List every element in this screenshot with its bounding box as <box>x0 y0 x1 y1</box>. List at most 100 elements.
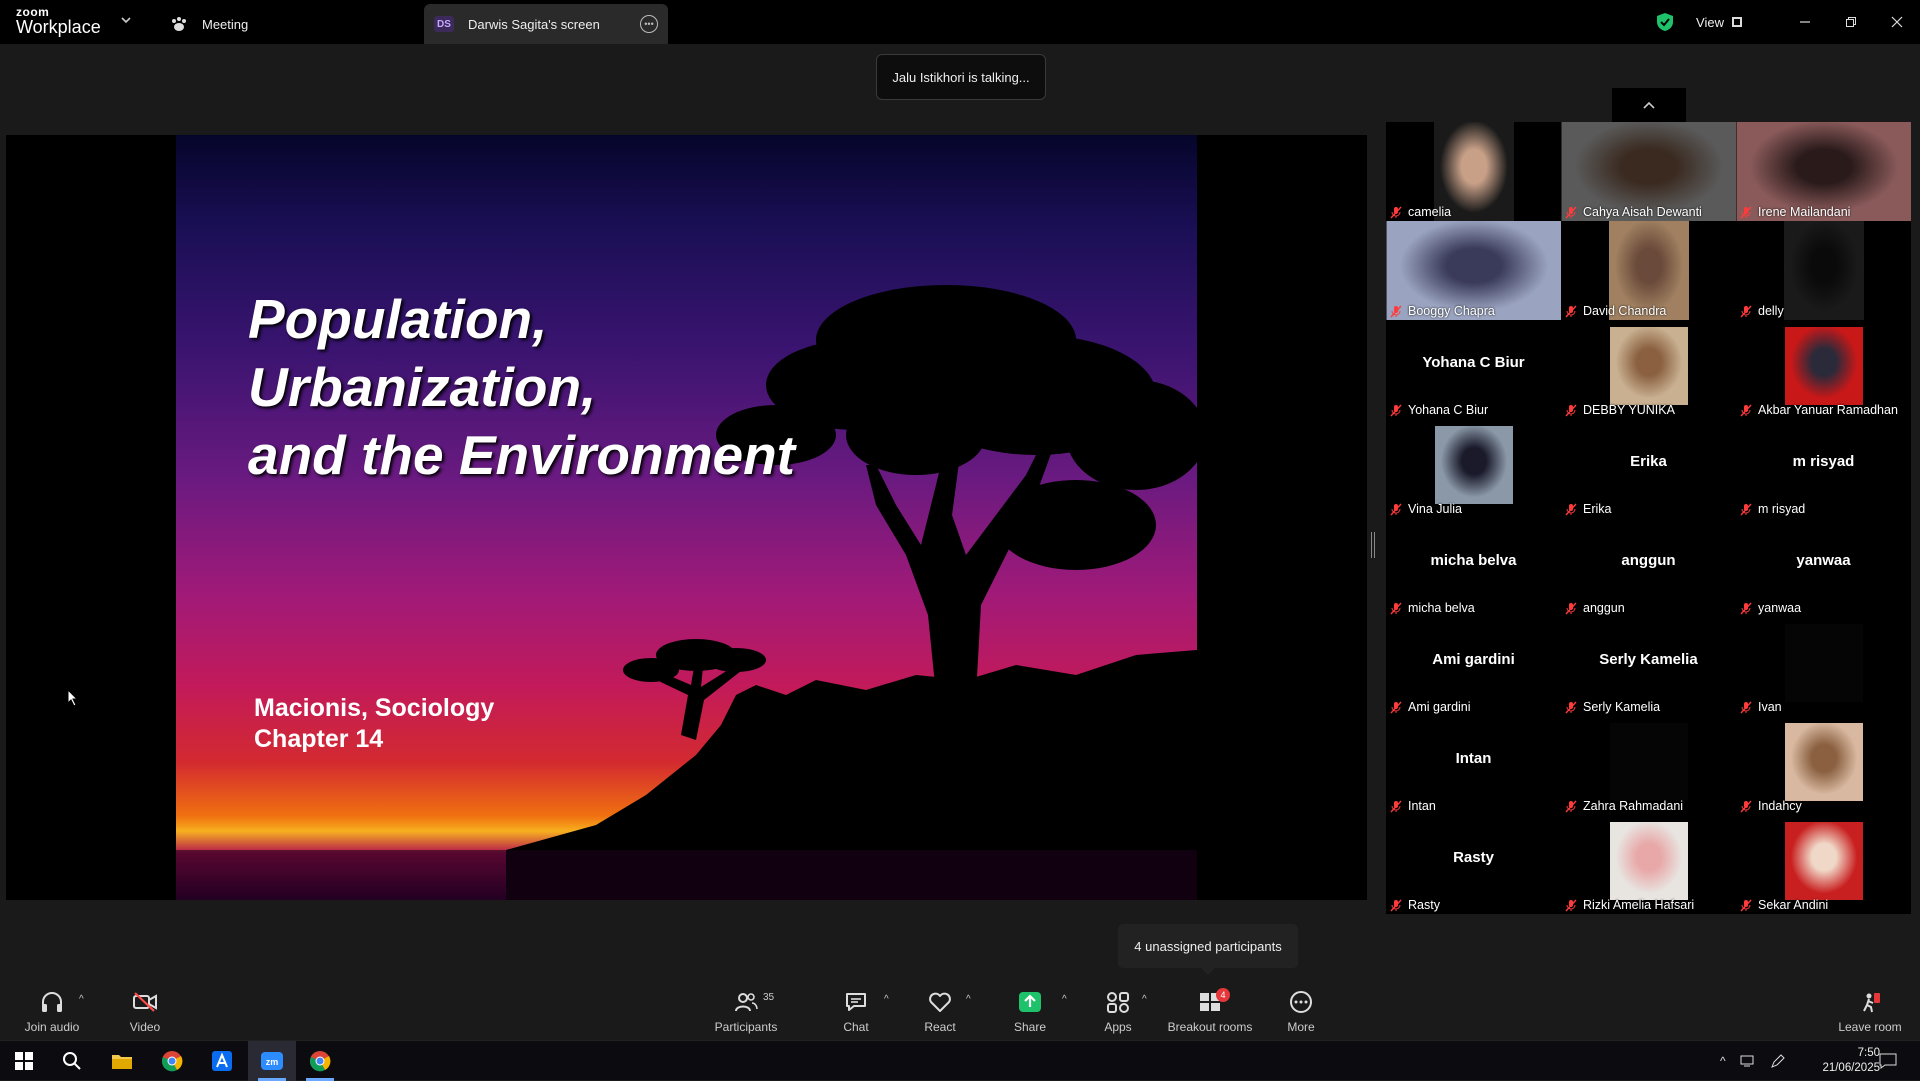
join-audio-button[interactable]: Join audio <box>12 980 92 1038</box>
chrome-icon <box>162 1051 183 1072</box>
more-icon <box>1290 991 1312 1013</box>
participant-tile[interactable]: Akbar Yanuar Ramadhan <box>1736 320 1911 419</box>
view-button[interactable]: View <box>1696 15 1742 30</box>
participant-tile[interactable]: Intan Intan <box>1386 716 1561 815</box>
participant-tile[interactable]: delly <box>1736 221 1911 320</box>
leave-room-button[interactable]: Leave room <box>1830 980 1910 1038</box>
participant-tile[interactable]: Erika Erika <box>1561 419 1736 518</box>
participant-name: Serly Kamelia <box>1583 700 1661 714</box>
window-controls: View <box>1656 0 1920 44</box>
chevron-up-icon[interactable]: ^ <box>79 994 84 1005</box>
azure-app-button[interactable] <box>198 1041 246 1081</box>
notifications-button[interactable] <box>1864 1041 1912 1081</box>
chevron-up-icon[interactable]: ^ <box>1720 1054 1726 1068</box>
video-button[interactable]: Video <box>105 980 185 1038</box>
participant-tile[interactable]: David Chandra <box>1561 221 1736 320</box>
headphones-icon <box>42 992 62 1012</box>
participant-name: anggun <box>1583 601 1625 615</box>
chrome-window-button[interactable] <box>296 1041 344 1081</box>
participant-tile[interactable]: Sekar Andini <box>1736 815 1911 914</box>
participant-tile[interactable]: camelia <box>1386 122 1561 221</box>
more-button[interactable]: More <box>1261 980 1341 1038</box>
participant-tile[interactable]: Cahya Aisah Dewanti <box>1561 122 1736 221</box>
zoom-workplace-logo[interactable]: zoom Workplace <box>16 6 101 36</box>
participant-tile[interactable]: Serly Kamelia Serly Kamelia <box>1561 617 1736 716</box>
participant-label: anggun <box>1565 601 1625 615</box>
chevron-up-icon[interactable]: ^ <box>884 994 889 1005</box>
participant-video <box>1784 822 1863 900</box>
mic-off-icon <box>1565 899 1577 912</box>
pen-icon[interactable] <box>1770 1053 1786 1069</box>
network-icon[interactable] <box>1740 1054 1758 1068</box>
chat-button[interactable]: Chat <box>816 980 896 1038</box>
participants-icon <box>735 993 758 1012</box>
mic-off-icon <box>1390 899 1402 912</box>
participant-tile[interactable]: Booggy Chapra <box>1386 221 1561 320</box>
participant-name: Rizki Amelia Hafsari <box>1583 898 1695 912</box>
participant-tile[interactable]: Indahcy <box>1736 716 1911 815</box>
breakout-rooms-button[interactable]: Breakout rooms <box>1160 980 1260 1038</box>
participant-label: Zahra Rahmadani <box>1565 799 1683 813</box>
participant-label: yanwaa <box>1740 601 1801 615</box>
participant-tile[interactable]: DEBBY YUNIKA <box>1561 320 1736 419</box>
chrome-icon <box>310 1051 331 1072</box>
gallery-scroll-up-button[interactable] <box>1612 88 1686 122</box>
participants-button[interactable]: Participants <box>706 980 786 1038</box>
mic-off-icon <box>1740 206 1752 219</box>
mic-off-icon <box>1565 404 1577 417</box>
panel-resize-handle[interactable] <box>1371 532 1375 558</box>
participant-label: camelia <box>1390 205 1451 219</box>
participant-name: Rasty <box>1408 898 1440 912</box>
app-a-icon <box>212 1051 232 1071</box>
participant-tile[interactable]: Yohana C Biur Yohana C Biur <box>1386 320 1561 419</box>
participant-name: camelia <box>1408 205 1452 219</box>
participant-name-placeholder: Serly Kamelia <box>1599 651 1698 668</box>
mouse-cursor-icon <box>67 689 79 707</box>
meeting-toolbar: Join audio ^ Video Participants 35 Chat … <box>0 980 1920 1038</box>
maximize-button[interactable] <box>1828 0 1874 44</box>
participant-tile[interactable]: Zahra Rahmadani <box>1561 716 1736 815</box>
participant-tile[interactable]: Rizki Amelia Hafsari <box>1561 815 1736 914</box>
participant-tile[interactable]: Vina Julia <box>1386 419 1561 518</box>
participant-tile[interactable]: yanwaa yanwaa <box>1736 518 1911 617</box>
zoom-app-button[interactable]: zm <box>248 1041 296 1081</box>
participant-tile[interactable]: micha belva micha belva <box>1386 518 1561 617</box>
participant-tile[interactable]: Ami gardini Ami gardini <box>1386 617 1561 716</box>
close-button[interactable] <box>1874 0 1920 44</box>
participant-name: Irene Mailandani <box>1758 205 1851 219</box>
participant-label: Indahcy <box>1740 799 1802 813</box>
react-button[interactable]: React <box>900 980 980 1038</box>
participant-name-placeholder: micha belva <box>1430 552 1517 569</box>
chevron-up-icon[interactable]: ^ <box>966 994 971 1005</box>
participant-tile[interactable]: Rasty Rasty <box>1386 815 1561 914</box>
participant-tile[interactable]: Irene Mailandani <box>1736 122 1911 221</box>
windows-start-button[interactable] <box>0 1041 48 1081</box>
search-button[interactable] <box>48 1041 96 1081</box>
participant-gallery: camelia Cahya Aisah Dewanti Irene Mailanda… <box>1386 122 1912 914</box>
slide-title-line: and the Environment <box>248 424 795 486</box>
chevron-up-icon[interactable]: ^ <box>1142 994 1147 1005</box>
participant-name: Booggy Chapra <box>1408 304 1495 318</box>
participant-tile[interactable]: anggun anggun <box>1561 518 1736 617</box>
status-badge: 4 <box>1216 988 1230 1002</box>
participant-tile[interactable]: Ivan <box>1736 617 1911 716</box>
tab-shared-screen[interactable]: DS Darwis Sagita's screen ••• <box>424 4 668 44</box>
chevron-up-icon[interactable]: ^ <box>1062 994 1067 1005</box>
shield-icon[interactable] <box>1656 12 1674 32</box>
chrome-button[interactable] <box>148 1041 196 1081</box>
share-button[interactable]: Share <box>990 980 1070 1038</box>
tab-meeting[interactable]: Meeting <box>170 4 248 44</box>
chevron-down-icon[interactable] <box>120 14 134 28</box>
participant-name-placeholder: Intan <box>1455 750 1492 767</box>
file-explorer-button[interactable] <box>98 1041 146 1081</box>
participant-tile[interactable]: m risyad m risyad <box>1736 419 1911 518</box>
participant-label: Yohana C Biur <box>1390 403 1488 417</box>
mic-off-icon <box>1565 206 1577 219</box>
more-options-icon[interactable]: ••• <box>640 15 658 33</box>
minimize-button[interactable] <box>1782 0 1828 44</box>
slide-subtitle-line: Chapter 14 <box>254 725 384 753</box>
windows-taskbar: zm ^ 7:50 21/06/2025 <box>0 1040 1920 1081</box>
apps-button[interactable]: Apps <box>1078 980 1158 1038</box>
participant-label: Erika <box>1565 502 1611 516</box>
participant-video <box>1609 327 1688 405</box>
